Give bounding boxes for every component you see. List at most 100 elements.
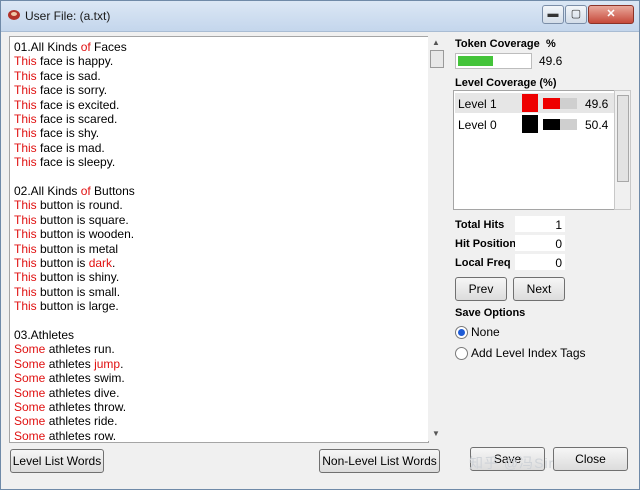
- close-button[interactable]: Close: [553, 447, 628, 471]
- close-window-button[interactable]: ✕: [588, 5, 634, 24]
- text-line: Some athletes throw.: [14, 400, 126, 414]
- highlighted-word: This: [14, 68, 37, 83]
- text-span: athletes row.: [45, 428, 117, 443]
- text-line: This face is sorry.: [14, 83, 107, 97]
- highlighted-word: This: [14, 270, 37, 285]
- highlighted-word: of: [80, 184, 91, 198]
- text-line: This face is excited.: [14, 98, 119, 112]
- text-line: This button is large.: [14, 299, 119, 313]
- text-line: This button is small.: [14, 285, 120, 299]
- level-coverage-list[interactable]: Level 1 49.6 Level 0 50.4: [453, 90, 615, 210]
- next-button[interactable]: Next: [513, 277, 565, 301]
- text-line: 03.Athletes: [14, 328, 74, 342]
- scroll-down-icon[interactable]: ▼: [432, 429, 440, 438]
- level-row[interactable]: Level 1 49.6: [455, 93, 615, 113]
- highlighted-word: jump: [94, 356, 121, 371]
- text-line: This face is happy.: [14, 54, 113, 68]
- text-line: This button is round.: [14, 198, 123, 212]
- text-line: This face is mad.: [14, 141, 105, 155]
- highlighted-word: This: [14, 284, 37, 299]
- main-window: User File: (a.txt) ▬ ▢ ✕ 01.All Kinds of…: [0, 0, 640, 490]
- text-line: This face is scared.: [14, 112, 117, 126]
- highlighted-word: Some: [14, 342, 46, 357]
- highlighted-word: This: [14, 299, 37, 314]
- text-span: athletes throw.: [45, 400, 127, 414]
- total-hits-label: Total Hits: [455, 219, 505, 231]
- text-line: This face is shy.: [14, 126, 99, 140]
- text-span: button is metal: [36, 241, 119, 256]
- highlighted-word: of: [80, 40, 91, 54]
- minimize-button[interactable]: ▬: [542, 5, 564, 24]
- highlighted-word: Some: [14, 356, 46, 371]
- scroll-up-icon[interactable]: ▲: [432, 38, 440, 47]
- text-line: This face is sad.: [14, 69, 101, 83]
- highlighted-word: This: [14, 97, 37, 112]
- text-line: This button is shiny.: [14, 270, 119, 284]
- level-list-words-button[interactable]: Level List Words: [10, 449, 104, 473]
- non-level-list-words-button[interactable]: Non-Level List Words: [319, 449, 440, 473]
- radio-add-level-index-tags-label[interactable]: Add Level Index Tags: [471, 346, 586, 360]
- text-span: athletes swim.: [45, 371, 125, 386]
- text-span: face is shy.: [36, 126, 100, 141]
- text-line: This button is dark.: [14, 256, 115, 270]
- text-span: face is sleepy.: [36, 155, 116, 170]
- highlighted-word: This: [14, 140, 37, 155]
- hit-position-value: 0: [555, 237, 562, 251]
- scroll-thumb[interactable]: [430, 50, 444, 68]
- level-bar: [543, 119, 577, 130]
- level-row[interactable]: Level 0 50.4: [455, 114, 615, 134]
- level-value: 49.6: [585, 97, 609, 111]
- text-span: 02.All Kinds: [14, 184, 81, 198]
- text-scrollbar[interactable]: ▲ ▼: [428, 36, 445, 441]
- level-bar-fill: [543, 98, 560, 109]
- text-span: face is excited.: [36, 97, 120, 112]
- token-coverage-value: 49.6: [539, 54, 563, 68]
- radio-add-level-index-tags[interactable]: [455, 347, 468, 360]
- text-span: button is wooden.: [36, 227, 135, 242]
- token-coverage-pct-label: %: [546, 38, 556, 50]
- window-title: User File: (a.txt): [25, 9, 111, 23]
- text-line: This face is sleepy.: [14, 155, 115, 169]
- text-line: Some athletes row.: [14, 428, 117, 443]
- hit-position-field: 0: [515, 235, 565, 251]
- text-span: button is: [36, 256, 89, 270]
- text-span: button is small.: [36, 284, 121, 299]
- highlighted-word: This: [14, 112, 37, 126]
- level-coverage-label: Level Coverage (%): [455, 77, 557, 89]
- text-span: .: [120, 356, 124, 371]
- app-icon: [8, 10, 20, 20]
- token-coverage-bar-fill: [458, 56, 493, 66]
- highlighted-word: Some: [14, 400, 46, 414]
- text-span: Faces: [90, 40, 127, 54]
- title-bar[interactable]: User File: (a.txt) ▬ ▢ ✕: [1, 1, 639, 32]
- level-color-swatch: [522, 115, 538, 133]
- level-bar: [543, 98, 577, 109]
- text-span: button is round.: [36, 198, 123, 213]
- total-hits-field: 1: [515, 216, 565, 232]
- text-span: .: [112, 256, 116, 270]
- text-span: face is sorry.: [36, 83, 108, 98]
- highlighted-word: This: [14, 126, 37, 141]
- highlighted-word: This: [14, 198, 37, 213]
- level-scroll-thumb[interactable]: [617, 95, 629, 182]
- radio-none-label[interactable]: None: [471, 325, 500, 339]
- prev-button[interactable]: Prev: [455, 277, 507, 301]
- text-line: Some athletes dive.: [14, 386, 119, 400]
- text-line: Some athletes ride.: [14, 414, 117, 428]
- text-line: Some athletes run.: [14, 342, 115, 356]
- text-line: Some athletes swim.: [14, 371, 125, 385]
- local-freq-field: 0: [515, 254, 565, 270]
- total-hits-value: 1: [555, 218, 562, 232]
- text-span: face is scared.: [36, 112, 118, 126]
- level-name: Level 1: [458, 97, 497, 111]
- maximize-button[interactable]: ▢: [565, 5, 587, 24]
- text-span: athletes: [45, 356, 95, 371]
- level-list-scrollbar[interactable]: [614, 90, 631, 210]
- level-name: Level 0: [458, 118, 497, 132]
- text-line: This button is wooden.: [14, 227, 134, 241]
- text-span: button is square.: [36, 212, 129, 227]
- highlighted-word: This: [14, 155, 37, 170]
- file-text-area[interactable]: 01.All Kinds of Faces This face is happy.…: [9, 36, 429, 443]
- radio-none[interactable]: [455, 326, 468, 339]
- text-span: face is mad.: [36, 140, 105, 155]
